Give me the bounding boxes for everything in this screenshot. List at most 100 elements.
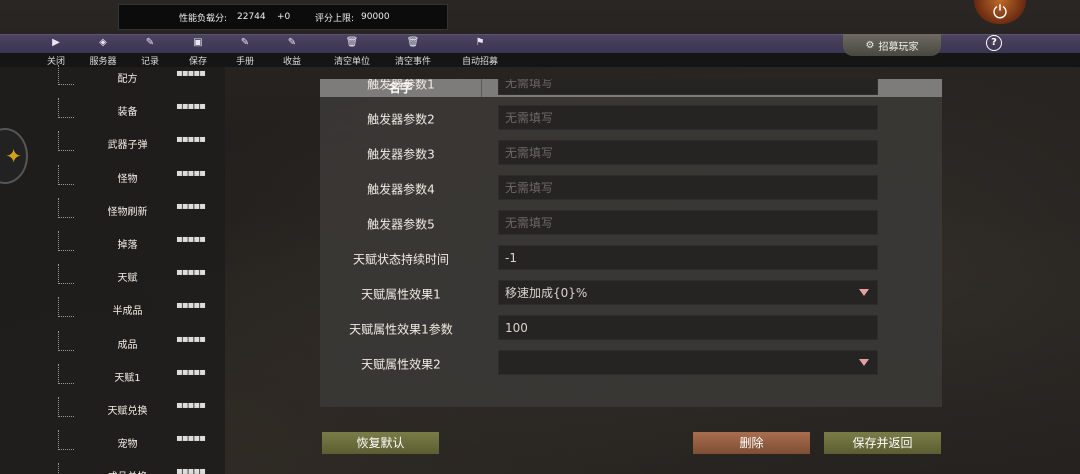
toolbar-button-1[interactable]: ◈ 服务器 [83, 36, 123, 67]
row-name: 天赋状态持续时间 [352, 252, 449, 266]
table-row: 天赋状态持续时间 -1 [320, 241, 942, 276]
chevron-down-icon [859, 289, 869, 296]
row-name: 触发器参数4 [367, 182, 435, 196]
play-icon: ▶ [52, 37, 60, 48]
sidebar-item[interactable]: 天赋兑换 ▪▪▪▪▪ [0, 397, 225, 425]
toolbar-button-8[interactable]: ⚑ 自动招募 [460, 36, 500, 67]
more-icon[interactable]: ▪▪▪▪▪ [176, 101, 206, 112]
toolbar-button-3[interactable]: ▣ 保存 [178, 36, 218, 67]
sidebar-item[interactable]: 宠物 ▪▪▪▪▪ [0, 430, 225, 458]
more-icon[interactable]: ▪▪▪▪▪ [176, 201, 206, 212]
book-icon: ✎ [240, 37, 250, 48]
sidebar-item-label: 宠物 [117, 439, 138, 451]
value-input[interactable]: 无需填写 [498, 210, 878, 235]
properties-panel: 名字 值 触发器参数1无需填写触发器参数2无需填写触发器参数3无需填写触发器参数… [320, 79, 942, 407]
help-icon[interactable]: ? [986, 35, 1002, 51]
restore-default-button[interactable]: 恢复默认 [322, 432, 439, 454]
more-icon[interactable]: ▪▪▪▪▪ [176, 168, 206, 179]
score-value: 90000 [361, 12, 390, 22]
sidebar-item-label: 天赋兑换 [107, 406, 148, 417]
sidebar-item[interactable]: 半成品 ▪▪▪▪▪ [0, 297, 225, 325]
toolbar-label: 清空事件 [394, 57, 431, 67]
value-dropdown[interactable]: 移速加成{0}% [498, 280, 878, 305]
more-icon[interactable]: ▪▪▪▪▪ [176, 466, 206, 474]
more-icon[interactable]: ▪▪▪▪▪ [176, 334, 206, 345]
value-input[interactable]: 无需填写 [498, 105, 878, 130]
value-input[interactable]: -1 [498, 245, 878, 270]
more-icon[interactable]: ▪▪▪▪▪ [176, 300, 206, 311]
table-row: 天赋属性效果2 [320, 346, 942, 381]
field-text: 移速加成{0}% [505, 286, 588, 300]
more-icon[interactable]: ▪▪▪▪▪ [176, 267, 206, 278]
tree-guide [58, 297, 74, 318]
perf-value: 22744 [237, 12, 266, 22]
sidebar-item-label: 武器子弹 [107, 140, 148, 152]
sidebar-item[interactable]: 怪物刷新 ▪▪▪▪▪ [0, 197, 225, 226]
value-input[interactable]: 无需填写 [498, 175, 878, 200]
field-text: 无需填写 [505, 111, 554, 125]
value-dropdown[interactable] [498, 350, 878, 375]
power-icon: ⏻ [992, 1, 1008, 23]
sidebar-item[interactable]: 装备 ▪▪▪▪▪ [0, 98, 225, 126]
sidebar-item-label: 怪物刷新 [107, 206, 148, 218]
sidebar-item[interactable]: 成品兑换 ▪▪▪▪▪ [0, 463, 225, 474]
field-text: 无需填写 [505, 79, 554, 90]
table-row: 天赋属性效果1参数 100 [320, 311, 942, 346]
sidebar-item[interactable]: 天赋 ▪▪▪▪▪ [0, 264, 225, 292]
toolbar-button-6[interactable]: 🗑 清空单位 [332, 36, 372, 67]
sidebar-item-label: 怪物 [117, 173, 138, 185]
more-icon[interactable]: ▪▪▪▪▪ [176, 68, 206, 79]
toolbar-button-5[interactable]: ✎ 收益 [272, 36, 312, 67]
value-input[interactable]: 无需填写 [498, 79, 878, 95]
sidebar-item-label: 天赋 [117, 273, 138, 285]
value-input[interactable]: 无需填写 [498, 140, 878, 165]
tree-guide [58, 231, 74, 251]
toolbar-button-4[interactable]: ✎ 手册 [225, 36, 265, 67]
more-icon[interactable]: ▪▪▪▪▪ [176, 234, 206, 245]
field-text: 无需填写 [505, 216, 554, 230]
tree-guide [58, 264, 74, 285]
sidebar-item-label: 成品 [117, 339, 138, 351]
row-name: 触发器参数5 [367, 217, 435, 231]
table-row: 触发器参数1 无需填写 [320, 79, 942, 101]
toolbar-button-7[interactable]: 🗑 清空事件 [393, 36, 433, 67]
sidebar-item-label: 成品兑换 [90, 468, 165, 474]
more-icon[interactable]: ▪▪▪▪▪ [176, 433, 206, 444]
sidebar-item-label: 装备 [117, 107, 138, 119]
toolbar-label: 手册 [235, 57, 254, 67]
row-name: 触发器参数1 [367, 79, 435, 91]
row-name: 触发器参数3 [367, 147, 435, 161]
toolbar-label: 自动招募 [461, 57, 498, 67]
row-name: 天赋属性效果1 [361, 287, 441, 301]
more-icon[interactable]: ▪▪▪▪▪ [176, 400, 206, 411]
delete-button[interactable]: 删除 [693, 432, 810, 454]
sidebar-item-label: 配方 [117, 74, 138, 85]
tree-guide [58, 463, 74, 474]
team-icon: ⚙ [865, 39, 875, 51]
sidebar-tree: 配方 ▪▪▪▪▪ 装备 ▪▪▪▪▪ 武器子弹 ▪▪▪▪▪ 怪物 ▪▪▪▪▪ 怪物刷新 ▪▪▪▪▪ 掉… [0, 65, 225, 474]
sidebar-item[interactable]: 掉落 ▪▪▪▪▪ [0, 231, 225, 259]
save-and-return-button[interactable]: 保存并返回 [824, 432, 941, 454]
more-icon[interactable]: ▪▪▪▪▪ [176, 134, 206, 145]
sidebar-item[interactable]: 怪物 ▪▪▪▪▪ [0, 164, 225, 193]
tree-guide [58, 98, 74, 119]
tree-guide [58, 430, 74, 451]
value-input[interactable]: 100 [498, 315, 878, 340]
table-row: 触发器参数4 无需填写 [320, 171, 942, 206]
sidebar-item[interactable]: 天赋1 ▪▪▪▪▪ [0, 363, 225, 392]
sidebar-item[interactable]: 成品 ▪▪▪▪▪ [0, 330, 225, 359]
table-row: 触发器参数2 无需填写 [320, 101, 942, 136]
sidebar-item[interactable]: 配方 ▪▪▪▪▪ [0, 65, 225, 93]
save-icon: ▣ [193, 37, 203, 48]
field-text: -1 [505, 251, 517, 265]
more-icon[interactable]: ▪▪▪▪▪ [176, 367, 206, 378]
toolbar-label: 清空单位 [333, 57, 370, 67]
row-name: 天赋属性效果2 [361, 357, 441, 371]
perf-delta: +0 [277, 12, 291, 22]
recruit-players-button[interactable]: ⚙ 招募玩家 [843, 34, 941, 56]
toolbar-button-0[interactable]: ▶ 关闭 [36, 36, 76, 67]
sidebar-item[interactable]: 武器子弹 ▪▪▪▪▪ [0, 131, 225, 159]
toolbar-button-2[interactable]: ✎ 记录 [130, 36, 170, 67]
row-name: 触发器参数2 [367, 112, 435, 126]
edit-icon: ✎ [287, 37, 297, 48]
